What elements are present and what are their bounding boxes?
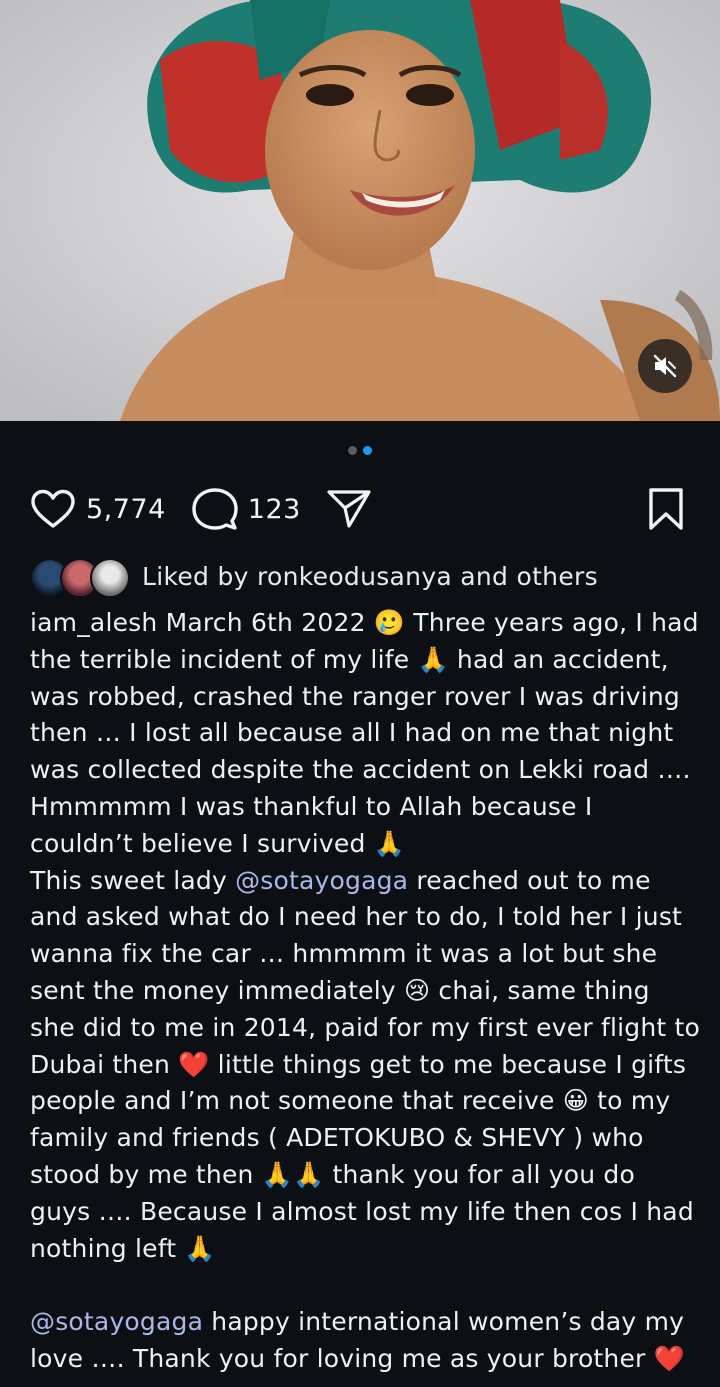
save-button[interactable] xyxy=(648,487,684,531)
share-button[interactable] xyxy=(327,489,371,529)
post-photo xyxy=(0,0,720,421)
liked-by-prefix: Liked by xyxy=(142,561,249,591)
liked-by-user[interactable]: ronkeodusanya xyxy=(257,562,452,591)
comment-bubble-icon xyxy=(192,488,238,530)
caption-paragraph: @sotayogaga happy international women’s … xyxy=(30,1304,700,1378)
liked-by-avatars xyxy=(30,556,130,598)
paper-plane-icon xyxy=(327,490,371,528)
speaker-muted-icon xyxy=(653,354,677,378)
bookmark-icon xyxy=(649,488,683,530)
caption-text: reached out to me and asked what do I ne… xyxy=(30,865,709,1263)
carousel-dot xyxy=(348,446,357,455)
heart-icon xyxy=(31,489,75,528)
mention-link[interactable]: @sotayogaga xyxy=(235,866,408,895)
carousel-indicator xyxy=(0,446,720,455)
caption-blank-line xyxy=(30,1267,700,1304)
carousel-dot-active xyxy=(363,446,372,455)
post-caption: iam_alesh March 6th 2022 🥲 Three years a… xyxy=(30,605,700,1378)
caption-text: March 6th 2022 🥲 Three years ago, I had … xyxy=(30,608,707,858)
comments-count: 123 xyxy=(247,493,301,525)
caption-username[interactable]: iam_alesh xyxy=(30,608,157,637)
mute-button[interactable] xyxy=(638,339,692,393)
like-button[interactable]: 5,774 xyxy=(30,489,166,529)
comment-button[interactable]: 123 xyxy=(192,487,301,531)
caption-text: This sweet lady xyxy=(30,865,236,895)
caption-paragraph: iam_alesh March 6th 2022 🥲 Three years a… xyxy=(30,605,700,863)
liked-by-suffix: and others xyxy=(460,561,598,591)
post-media[interactable] xyxy=(0,0,720,421)
likes-count: 5,774 xyxy=(86,493,166,525)
caption-paragraph: This sweet lady @sotayogaga reached out … xyxy=(30,863,700,1268)
liked-by-row[interactable]: Liked by ronkeodusanya and others xyxy=(30,556,598,598)
post-action-bar: 5,774 123 xyxy=(30,484,684,534)
liked-by-text: Liked by ronkeodusanya and others xyxy=(142,562,598,591)
mention-link[interactable]: @sotayogaga xyxy=(30,1307,203,1336)
avatar xyxy=(90,558,130,598)
